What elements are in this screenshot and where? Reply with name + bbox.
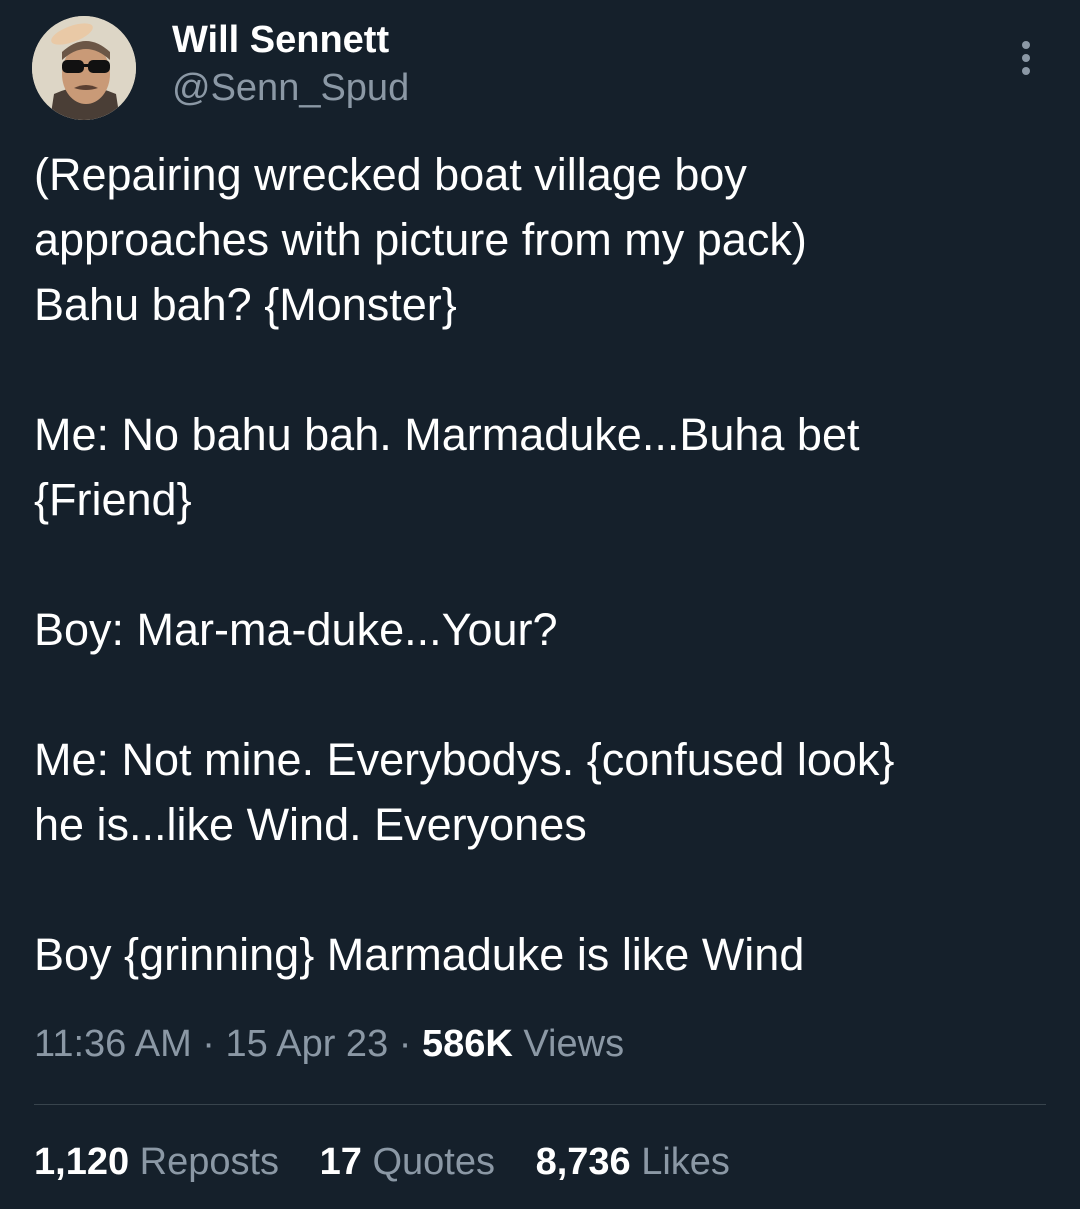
tweet-line: approaches with picture from my pack) xyxy=(34,214,807,265)
author-name[interactable]: Will Sennett xyxy=(172,19,389,62)
likes-stat[interactable]: 8,736 Likes xyxy=(536,1140,730,1186)
tweet-text: (Repairing wrecked boat village boy appr… xyxy=(34,142,1044,987)
tweet-line: Me: Not mine. Everybodys. {confused look… xyxy=(34,734,895,785)
tweet-line: Boy: Mar-ma-duke...Your? xyxy=(34,604,558,655)
reposts-stat[interactable]: 1,120 Reposts xyxy=(34,1140,279,1186)
quotes-stat[interactable]: 17 Quotes xyxy=(320,1140,495,1186)
more-vertical-icon[interactable] xyxy=(1008,38,1044,78)
meta-separator: · xyxy=(398,1023,412,1065)
engagement-stats: 1,120 Reposts 17 Quotes 8,736 Likes xyxy=(34,1140,760,1186)
tweet-line: Boy {grinning} Marmaduke is like Wind xyxy=(34,929,805,980)
views-count: 586K xyxy=(421,1023,513,1065)
reposts-count: 1,120 xyxy=(34,1141,130,1183)
likes-count: 8,736 xyxy=(535,1141,631,1183)
author-handle[interactable]: @Senn_Spud xyxy=(172,67,409,110)
quotes-label: Quotes xyxy=(372,1141,495,1183)
profile-photo xyxy=(32,16,136,120)
reposts-label: Reposts xyxy=(139,1141,280,1183)
tweet-line: Me: No bahu bah. Marmaduke...Buha bet xyxy=(34,409,860,460)
meta-separator: · xyxy=(202,1023,215,1065)
avatar[interactable] xyxy=(32,16,136,120)
tweet-line: he is...like Wind. Everyones xyxy=(34,799,587,850)
quotes-count: 17 xyxy=(319,1141,362,1183)
tweet-line: {Friend} xyxy=(34,474,192,525)
tweet-line: (Repairing wrecked boat village boy xyxy=(34,149,747,200)
divider xyxy=(34,1104,1046,1105)
likes-label: Likes xyxy=(641,1141,730,1183)
tweet-container: Will Sennett @Senn_Spud (Repairing wreck… xyxy=(0,0,1080,1209)
timestamp-date[interactable]: 15 Apr 23 xyxy=(226,1023,389,1065)
views-label: Views xyxy=(523,1023,625,1065)
tweet-meta: 11:36 AM · 15 Apr 23 · 586K Views xyxy=(34,1022,624,1068)
tweet-line: Bahu bah? {Monster} xyxy=(34,279,457,330)
timestamp-time[interactable]: 11:36 AM xyxy=(34,1023,192,1065)
